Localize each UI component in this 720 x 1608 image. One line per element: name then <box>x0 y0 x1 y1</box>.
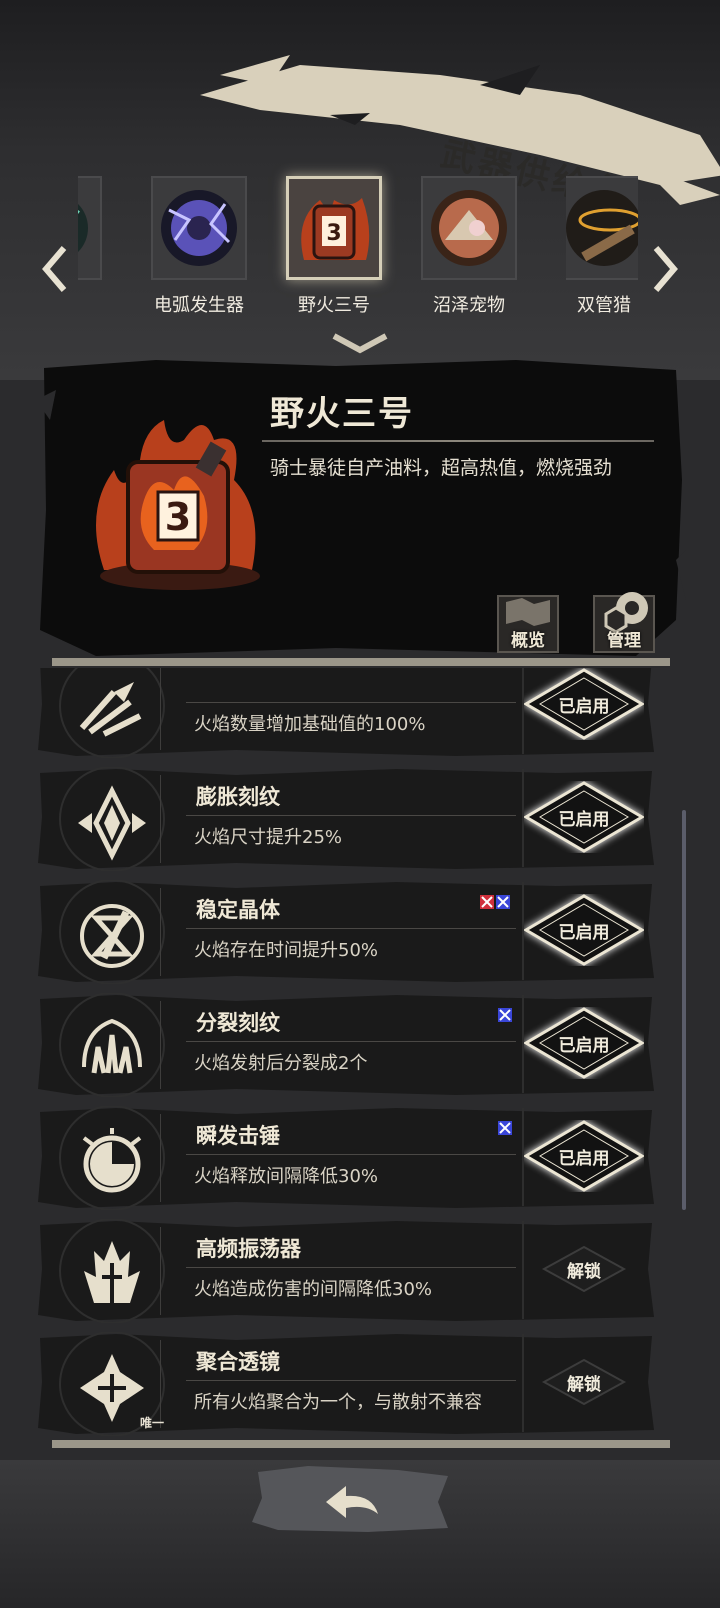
overview-button[interactable]: 概览 <box>496 588 560 654</box>
chevron-right-icon <box>653 246 678 292</box>
module-name: 稳定晶体 <box>196 898 280 922</box>
carousel-item-arc-generator[interactable]: 电弧发生器 <box>139 176 259 326</box>
double-barrel-gun-icon <box>566 180 638 276</box>
carousel-item-label: 双管猎 <box>577 295 631 316</box>
green-creature-icon <box>78 180 98 276</box>
module-description: 所有火焰聚合为一个，与散射不兼容 <box>194 1392 482 1413</box>
fuel-can-icon: 3 <box>290 180 378 276</box>
module-description: 火焰造成伤害的间隔降低30% <box>194 1279 433 1300</box>
module-tags <box>480 894 512 913</box>
manage-label: 管理 <box>607 631 641 651</box>
blue-tag-icon <box>498 1008 512 1022</box>
carousel-item-label: 沼泽宠物 <box>433 295 505 316</box>
enabled-button[interactable]: 已启用 <box>524 1120 644 1192</box>
module-card: 聚合透镜所有火焰聚合为一个，与散射不兼容唯一 解锁 <box>36 1332 656 1436</box>
module-card: 膨胀刻纹火焰尺寸提升25% 已启用 <box>36 767 656 871</box>
enabled-button[interactable]: 已启用 <box>524 668 644 740</box>
carousel-next-button[interactable] <box>650 244 680 294</box>
unique-label: 唯一 <box>140 1416 165 1430</box>
module-name: 瞬发击锤 <box>196 1124 280 1148</box>
arc-generator-icon <box>155 180 243 276</box>
button-label: 解锁 <box>567 1262 601 1282</box>
list-top-divider <box>52 658 670 666</box>
card-divider <box>186 928 516 929</box>
hourglass-crystal-icon <box>74 898 150 974</box>
timer-dial-icon <box>74 1124 150 1200</box>
module-card: 火焰数量增加基础值的100% 已启用 <box>36 668 656 758</box>
module-list: 火焰数量增加基础值的100% 已启用 膨胀刻纹 火焰尺寸提升25% 已启用 稳定晶体 火焰存… <box>36 668 676 1440</box>
unlock-button[interactable]: 解锁 <box>524 1233 644 1305</box>
module-description: 火焰释放间隔降低30% <box>194 1166 379 1187</box>
module-name: 聚合透镜 <box>196 1350 280 1374</box>
card-separator <box>160 888 161 976</box>
carousel-item-label: 虫 <box>78 291 114 317</box>
card-divider <box>186 702 516 703</box>
diamond-star-icon <box>74 785 150 861</box>
module-name: 分裂刻纹 <box>196 1011 280 1035</box>
weapon-detail-panel: 3 野火三号 骑士暴徒自产油料，超高热值，燃烧强劲 概览 管理 <box>36 360 686 660</box>
button-label: 已启用 <box>558 697 610 717</box>
module-description: 火焰尺寸提升25% <box>194 827 343 848</box>
carousel-item-partial-left[interactable]: 虫 <box>78 176 114 326</box>
card-separator <box>160 1001 161 1089</box>
enabled-button[interactable]: 已启用 <box>524 894 644 966</box>
overview-label: 概览 <box>511 631 545 651</box>
split-crown-icon <box>74 1011 150 1087</box>
module-description: 火焰发射后分裂成2个 <box>194 1053 368 1074</box>
button-label: 解锁 <box>567 1375 601 1395</box>
module-name: 高频振荡器 <box>196 1237 301 1261</box>
svg-text:3: 3 <box>326 221 341 246</box>
manage-button[interactable]: 管理 <box>592 588 656 654</box>
oscillator-crown-icon <box>74 1237 150 1313</box>
carousel-item-partial-right[interactable]: 双管猎 <box>566 176 638 326</box>
back-button[interactable] <box>248 1462 456 1536</box>
list-scrollbar[interactable] <box>682 810 686 1210</box>
chevron-down-icon <box>332 333 388 354</box>
button-label: 已启用 <box>558 923 610 943</box>
module-description: 火焰数量增加基础值的100% <box>194 714 426 735</box>
weapon-name: 野火三号 <box>270 394 414 434</box>
carousel-item-label: 野火三号 <box>298 295 370 316</box>
module-card: 瞬发击锤火焰释放间隔降低30% 已启用 <box>36 1106 656 1210</box>
button-label: 已启用 <box>558 1149 610 1169</box>
card-divider <box>186 1380 516 1381</box>
blue-tag-icon <box>496 895 510 909</box>
enabled-button[interactable]: 已启用 <box>524 1007 644 1079</box>
list-bottom-divider <box>52 1440 670 1448</box>
module-description: 火焰存在时间提升50% <box>194 940 379 961</box>
carousel-item-wildfire-3[interactable]: 3 野火三号 <box>274 176 394 326</box>
card-separator <box>160 1227 161 1315</box>
weapon-description: 骑士暴徒自产油料，超高热值，燃烧强劲 <box>270 457 613 479</box>
carousel-prev-button[interactable] <box>40 244 70 294</box>
converge-lens-icon <box>74 1350 150 1426</box>
fuel-can-large-icon: 3 <box>84 400 274 600</box>
module-card: 稳定晶体火焰存在时间提升50% 已启用 <box>36 880 656 984</box>
flame-spray-icon <box>74 672 150 748</box>
module-name: 膨胀刻纹 <box>196 785 280 809</box>
enabled-button[interactable]: 已启用 <box>524 781 644 853</box>
name-divider <box>262 440 654 442</box>
blue-tag-icon <box>498 1121 512 1135</box>
card-divider <box>186 1154 516 1155</box>
svg-text:3: 3 <box>165 495 191 539</box>
button-label: 已启用 <box>558 1036 610 1056</box>
unlock-button[interactable]: 解锁 <box>524 1346 644 1418</box>
module-card: 高频振荡器火焰造成伤害的间隔降低30% 解锁 <box>36 1219 656 1323</box>
carousel-item-swamp-pet[interactable]: 沼泽宠物 <box>409 176 529 326</box>
swamp-pet-icon <box>425 180 513 276</box>
module-tags <box>498 1120 514 1139</box>
button-label: 已启用 <box>558 810 610 830</box>
red-tag-icon <box>480 895 494 909</box>
carousel-item-label: 电弧发生器 <box>154 295 244 316</box>
module-tags <box>498 1007 514 1026</box>
card-divider <box>186 815 516 816</box>
chevron-left-icon <box>42 246 67 292</box>
module-card: 分裂刻纹火焰发射后分裂成2个 已启用 <box>36 993 656 1097</box>
card-divider <box>186 1267 516 1268</box>
card-separator <box>160 775 161 863</box>
card-divider <box>186 1041 516 1042</box>
card-separator <box>160 1114 161 1202</box>
weapon-carousel: 虫 电弧发生器 3 野火三号 <box>0 168 720 328</box>
card-separator <box>160 668 161 750</box>
